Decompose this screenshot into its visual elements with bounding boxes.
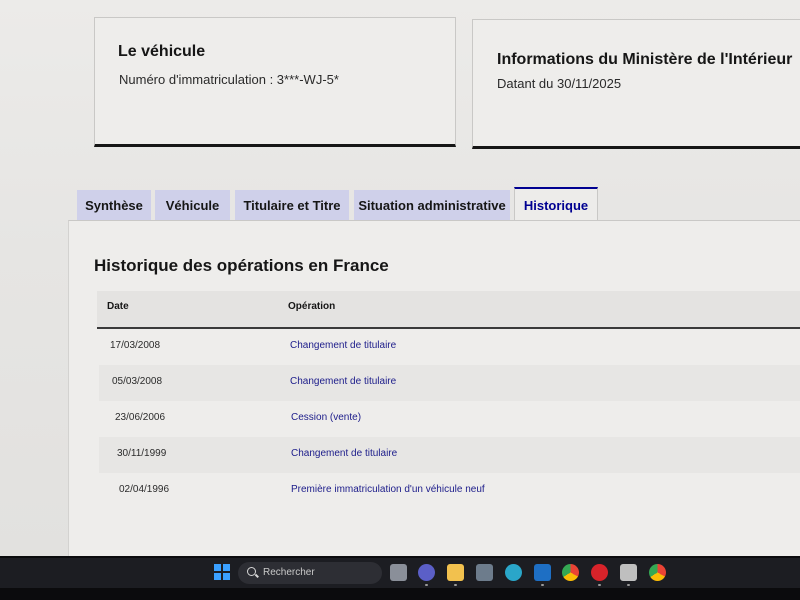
chrome-icon[interactable] (562, 564, 579, 581)
explorer-running-indicator (454, 584, 457, 586)
chrome-alt-icon[interactable] (649, 564, 666, 581)
file-manager-icon[interactable] (390, 564, 407, 581)
outlook-icon[interactable] (534, 564, 551, 581)
edge-icon[interactable] (505, 564, 522, 581)
table-row: 23/06/2006 Cession (vente) (99, 401, 800, 437)
ministry-date: Datant du 30/11/2025 (497, 76, 622, 91)
tab-synthese[interactable]: Synthèse (77, 190, 151, 220)
row-date: 23/06/2006 (115, 412, 166, 423)
table-row: 02/04/1996 Première immatriculation d'un… (99, 473, 800, 509)
opera-running-indicator (598, 584, 601, 586)
row-date: 05/03/2008 (112, 376, 163, 387)
taskbar-search[interactable]: Rechercher (238, 562, 382, 584)
table-row: 05/03/2008 Changement de titulaire (99, 365, 800, 401)
vehicle-card-title: Le véhicule (118, 43, 206, 60)
registration-number: Numéro d'immatriculation : 3***-WJ-5* (119, 72, 339, 87)
app-running-indicator (627, 584, 630, 586)
column-header-date: Date (107, 301, 129, 312)
row-operation: Changement de titulaire (290, 340, 397, 351)
outlook-running-indicator (541, 584, 544, 586)
row-date: 30/11/1999 (117, 448, 167, 459)
screen: Le véhicule Numéro d'immatriculation : 3… (0, 0, 800, 561)
tab-titulaire-et-titre[interactable]: Titulaire et Titre (235, 190, 349, 220)
tab-vehicule[interactable]: Véhicule (155, 190, 230, 220)
history-panel: Historique des opérations en France Date… (68, 220, 800, 561)
tab-situation-administrative[interactable]: Situation administrative (354, 190, 510, 220)
row-operation: Changement de titulaire (290, 376, 397, 387)
store-icon[interactable] (476, 564, 493, 581)
file-explorer-icon[interactable] (447, 564, 464, 581)
vehicle-card: Le véhicule Numéro d'immatriculation : 3… (94, 17, 456, 147)
table-row: 30/11/1999 Changement de titulaire (99, 437, 800, 473)
table-row: 17/03/2008 Changement de titulaire (99, 329, 800, 365)
row-operation: Première immatriculation d'un véhicule n… (291, 484, 485, 495)
row-operation: Cession (vente) (291, 412, 362, 423)
row-date: 17/03/2008 (110, 340, 161, 351)
app-icon[interactable] (620, 564, 637, 581)
taskbar: Rechercher (0, 558, 800, 588)
opera-icon[interactable] (591, 564, 608, 581)
ministry-card: Informations du Ministère de l'Intérieur… (472, 19, 800, 149)
search-icon (247, 567, 256, 576)
teams-running-indicator (425, 584, 428, 586)
row-operation: Changement de titulaire (291, 448, 398, 459)
teams-icon[interactable] (418, 564, 435, 581)
history-title: Historique des opérations en France (94, 256, 389, 275)
history-table-header: Date Opération (97, 291, 800, 329)
windows-start-icon[interactable] (214, 564, 230, 580)
column-header-operation: Opération (288, 301, 336, 312)
search-placeholder: Rechercher (263, 567, 315, 578)
row-date: 02/04/1996 (119, 484, 170, 495)
ministry-card-title: Informations du Ministère de l'Intérieur (497, 51, 793, 68)
tab-historique[interactable]: Historique (514, 187, 598, 221)
